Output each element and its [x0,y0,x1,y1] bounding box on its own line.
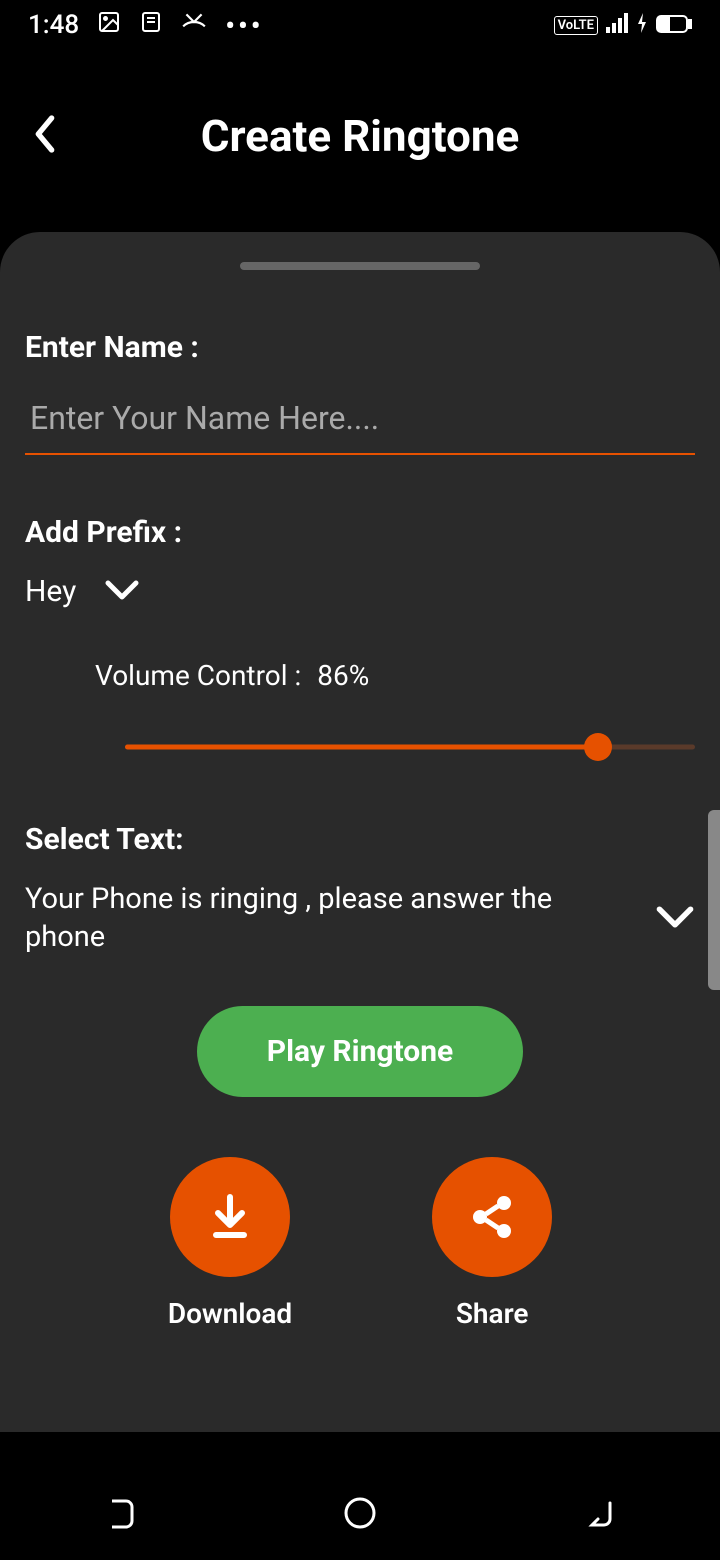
slider-thumb[interactable] [584,733,612,761]
download-action[interactable]: Download [168,1157,292,1330]
image-icon [97,10,121,41]
nav-home-icon[interactable] [342,1495,378,1535]
status-time: 1:48 [28,10,79,40]
name-label: Enter Name : [25,330,695,365]
more-icon: ••• [225,9,263,42]
chevron-down-icon [104,579,140,605]
charging-icon [636,10,648,40]
nav-recent-icon[interactable] [102,1495,138,1535]
action-row: Download Share [25,1157,695,1330]
share-icon [432,1157,552,1277]
scroll-indicator[interactable] [708,810,720,990]
status-right: VoLTE [554,10,692,40]
name-input[interactable] [25,389,695,455]
nav-back-icon[interactable] [582,1495,618,1535]
page-title: Create Ringtone [30,110,690,162]
download-icon [170,1157,290,1277]
select-text-value: Your Phone is ringing , please answer th… [25,881,635,956]
missed-call-icon [181,9,207,42]
signal-icon [606,10,628,40]
card: Enter Name : Add Prefix : Hey Volume Con… [0,232,720,1432]
chevron-down-icon [655,904,695,934]
volume-label-row: Volume Control : 86% [95,659,695,692]
volume-label: Volume Control : [95,659,301,692]
prefix-label: Add Prefix : [25,515,695,550]
status-bar: 1:48 ••• VoLTE [0,0,720,50]
nav-bar [0,1470,720,1560]
status-left: 1:48 ••• [28,9,264,42]
select-text-dropdown[interactable]: Your Phone is ringing , please answer th… [25,881,695,956]
play-ringtone-button[interactable]: Play Ringtone [197,1006,524,1097]
share-action[interactable]: Share [432,1157,552,1330]
header: Create Ringtone [0,50,720,202]
back-button[interactable] [30,114,60,158]
document-icon [139,10,163,41]
battery-icon [656,10,692,40]
prefix-value: Hey [25,574,76,609]
slider-fill [125,745,598,750]
volume-value: 86% [317,659,369,692]
select-text-label: Select Text: [25,822,695,857]
prefix-dropdown[interactable]: Hey [25,574,695,609]
volume-slider[interactable] [125,732,695,762]
download-label: Download [168,1297,292,1330]
volte-badge: VoLTE [554,16,598,35]
share-label: Share [456,1297,529,1330]
drag-handle[interactable] [240,262,480,270]
